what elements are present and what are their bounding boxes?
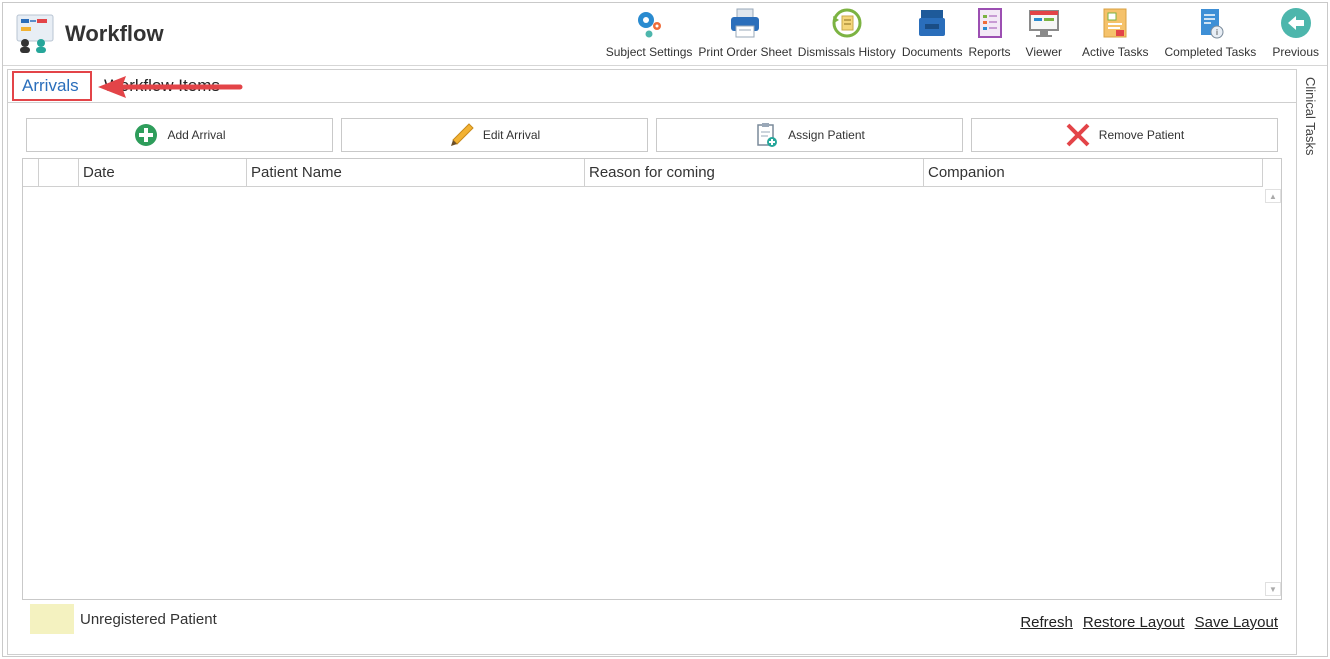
restore-layout-link[interactable]: Restore Layout [1083,614,1185,631]
assign-patient-button[interactable]: Assign Patient [656,118,963,152]
annotation-arrow-icon [98,76,243,98]
grid-header-reason[interactable]: Reason for coming [585,159,924,186]
header-divider [3,65,1327,66]
add-arrival-button[interactable]: Add Arrival [26,118,333,152]
monitor-icon [1027,5,1061,41]
pencil-icon [449,122,475,148]
legend: Unregistered Patient [30,604,217,634]
app-window: Workflow Subject Settings Print Order Sh… [2,2,1328,657]
scroll-up-icon[interactable]: ▲ [1265,189,1281,203]
reports-button[interactable]: Reports [966,5,1014,65]
gears-icon [632,5,666,41]
app-header: Workflow Subject Settings Print Order Sh… [3,3,1327,65]
clinical-tasks-tab[interactable]: Clinical Tasks [1303,77,1318,156]
print-order-sheet-button[interactable]: Print Order Sheet [695,5,794,65]
highlight-box [12,71,92,101]
completed-tasks-icon: i [1193,5,1227,41]
active-tasks-icon [1098,5,1132,41]
back-arrow-icon [1279,5,1313,41]
subject-settings-button[interactable]: Subject Settings [603,5,696,65]
grid-body [23,187,1263,599]
dismissals-history-button[interactable]: Dismissals History [795,5,899,65]
remove-patient-button[interactable]: Remove Patient [971,118,1278,152]
action-bar: Add Arrival Edit Arrival Assign Patient … [26,118,1278,152]
svg-text:i: i [1216,28,1218,37]
grid-vertical-scrollbar[interactable]: ▲ ▼ [1265,187,1281,598]
grid-header-companion[interactable]: Companion [924,159,1263,186]
grid-header: Date Patient Name Reason for coming Comp… [23,159,1263,187]
clipboard-add-icon [754,122,780,148]
history-icon [830,5,864,41]
scroll-down-icon[interactable]: ▼ [1265,582,1281,596]
completed-tasks-button[interactable]: i Completed Tasks [1156,5,1264,65]
app-title: Workflow [65,21,164,46]
side-panel: Clinical Tasks [1297,69,1327,655]
inbox-tray-icon [915,5,949,41]
tab-strip: Arrivals Workflow Items [8,70,1296,103]
add-icon [133,122,159,148]
viewer-button[interactable]: Viewer [1014,5,1074,65]
main-content: Arrivals Workflow Items Add Arrival [7,69,1297,655]
arrivals-grid: Date Patient Name Reason for coming Comp… [22,158,1282,600]
main-toolbar: Subject Settings Print Order Sheet Dismi… [603,5,1327,65]
report-icon [973,5,1007,41]
previous-button[interactable]: Previous [1264,5,1327,65]
workflow-logo-icon [16,14,54,53]
save-layout-link[interactable]: Save Layout [1195,614,1278,631]
active-tasks-button[interactable]: Active Tasks [1074,5,1156,65]
grid-header-date[interactable]: Date [79,159,247,186]
refresh-link[interactable]: Refresh [1020,614,1073,631]
documents-button[interactable]: Documents [899,5,966,65]
grid-header-indicator[interactable] [23,159,39,186]
grid-header-select[interactable] [39,159,79,186]
footer-links: Refresh Restore Layout Save Layout [1020,614,1278,631]
unregistered-swatch [30,604,74,634]
printer-icon [728,5,762,41]
legend-label: Unregistered Patient [80,610,217,628]
edit-arrival-button[interactable]: Edit Arrival [341,118,648,152]
remove-x-icon [1065,122,1091,148]
grid-header-patient-name[interactable]: Patient Name [247,159,585,186]
